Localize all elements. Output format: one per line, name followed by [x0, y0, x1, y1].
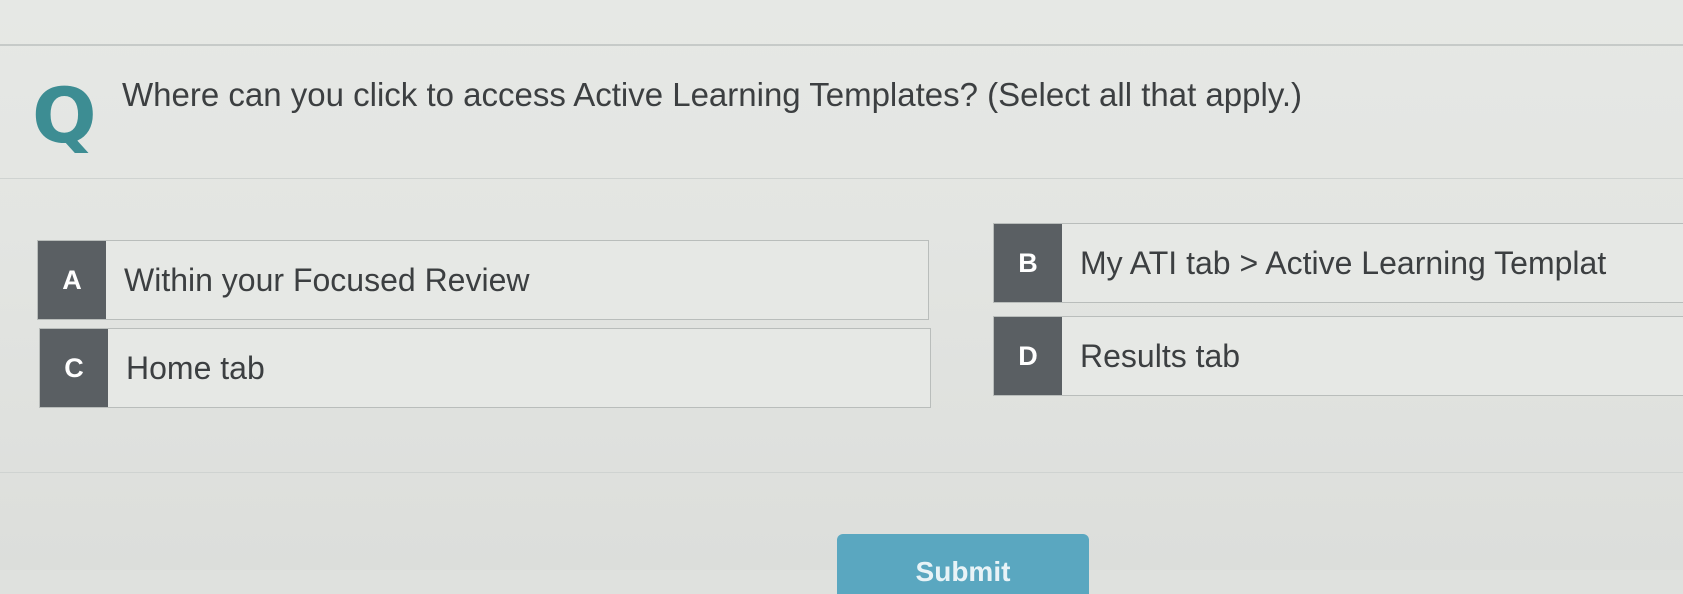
option-letter-badge: B	[994, 224, 1062, 302]
option-letter-badge: A	[38, 241, 106, 319]
answer-option-c[interactable]: C Home tab	[39, 328, 931, 408]
answer-option-b[interactable]: B My ATI tab > Active Learning Templat	[993, 223, 1683, 303]
top-divider	[0, 44, 1683, 46]
option-label: Home tab	[126, 349, 265, 386]
quiz-screen: Q Where can you click to access Active L…	[0, 0, 1683, 594]
option-letter-badge: D	[994, 317, 1062, 395]
submit-button[interactable]: Submit	[837, 534, 1089, 594]
question-text: Where can you click to access Active Lea…	[122, 76, 1303, 113]
answer-option-a[interactable]: A Within your Focused Review	[37, 240, 929, 320]
question-divider	[0, 178, 1683, 179]
option-letter-badge: C	[40, 329, 108, 407]
option-label: My ATI tab > Active Learning Templat	[1080, 244, 1607, 281]
options-divider	[0, 472, 1683, 473]
option-label: Within your Focused Review	[124, 261, 530, 298]
question-q-icon: Q	[32, 71, 97, 160]
option-label: Results tab	[1080, 337, 1241, 374]
answer-option-d[interactable]: D Results tab	[993, 316, 1683, 396]
